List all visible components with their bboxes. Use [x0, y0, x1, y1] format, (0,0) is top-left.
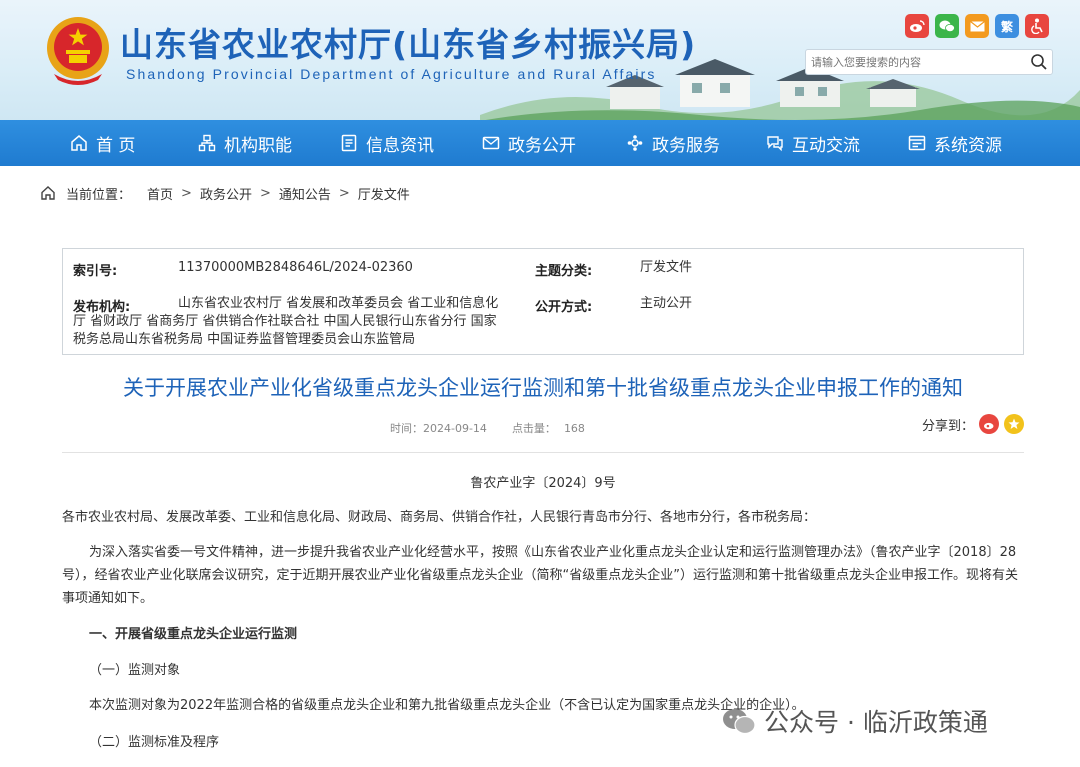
breadcrumb-item-gov-open[interactable]: 政务公开 — [200, 184, 252, 203]
clicks-label: 点击量： — [511, 422, 556, 435]
national-emblem-icon — [47, 17, 109, 85]
index-label: 索引号: — [73, 264, 118, 279]
breadcrumb-item-home[interactable]: 首页 — [147, 184, 173, 203]
nav-item-system[interactable]: 系统资源 — [908, 120, 1002, 166]
social-links: 繁 — [905, 14, 1049, 38]
breadcrumb-prefix: 当前位置： — [66, 187, 132, 203]
search-input[interactable] — [806, 50, 1011, 74]
watermark: 公众号 · 临沂政策通 — [722, 703, 988, 739]
site-title: 山东省农业农村厅(山东省乡村振兴局) — [120, 25, 697, 64]
document-info-box: 索引号: 11370000MB2848646L/2024-02360 主题分类:… — [62, 248, 1024, 355]
topic-value: 厅发文件 — [640, 260, 693, 275]
wechat-official-account-icon — [723, 709, 756, 735]
accessibility-icon[interactable] — [1025, 14, 1049, 38]
breadcrumb-item-notices[interactable]: 通知公告 — [279, 184, 331, 203]
site-header: 山东省农业农村厅(山东省乡村振兴局) Shandong Provincial D… — [0, 0, 1080, 120]
nav-item-home[interactable]: 首 页 — [70, 120, 135, 166]
watermark-text: 公众号 · 临沂政策通 — [764, 708, 988, 737]
share-weibo-icon[interactable] — [979, 414, 1000, 434]
nav-item-label: 信息资讯 — [366, 135, 434, 156]
share-label: 分享到： — [922, 418, 975, 434]
index-value: 11370000MB2848646L/2024-02360 — [178, 260, 413, 275]
traditional-chinese-button[interactable]: 繁 — [995, 14, 1019, 38]
document-icon — [341, 134, 357, 152]
publisher-value: 山东省农业农村厅 省发展和改革委员会 省工业和信息化厅 省财政厅 省商务厅 省供… — [73, 296, 499, 347]
nav-item-interaction[interactable]: 互动交流 — [766, 120, 860, 166]
section-heading-1: 一、开展省级重点龙头企业运行监测 — [89, 627, 298, 642]
recipients: 各市农业农村局、发展改革委、工业和信息化局、财政局、商务局、供销合作社，人民银行… — [62, 510, 817, 525]
wechat-icon[interactable] — [935, 14, 959, 38]
clicks-value: 168 — [563, 422, 585, 435]
nav-item-gov-service[interactable]: 政务服务 — [626, 120, 720, 166]
envelope-icon — [482, 136, 500, 150]
breadcrumb-item-dept-docs[interactable]: 厅发文件 — [358, 184, 410, 203]
article-meta: 时间：2024-09-14 点击量： 168 — [390, 420, 585, 436]
breadcrumb: 当前位置： 首页 > 政务公开 > 通知公告 > 厅发文件 — [40, 183, 410, 203]
nav-item-label: 政务公开 — [508, 135, 576, 156]
interact-icon — [767, 136, 783, 152]
subsection-heading-1: （一）监测对象 — [89, 663, 181, 678]
nav-item-label: 互动交流 — [792, 135, 860, 156]
nav-item-org[interactable]: 机构职能 — [198, 120, 292, 166]
org-icon — [198, 134, 216, 152]
article-title: 关于开展农业产业化省级重点龙头企业运行监测和第十批省级重点龙头企业申报工作的通知 — [123, 376, 963, 400]
breadcrumb-separator: > — [338, 185, 350, 201]
service-icon — [627, 135, 643, 151]
nav-item-label: 系统资源 — [934, 135, 1002, 156]
main-nav: 首 页 机构职能 信息资讯 政务公开 政务服务 互动交流 系统资源 — [0, 120, 1080, 166]
breadcrumb-separator: > — [181, 185, 192, 201]
system-icon — [908, 135, 926, 151]
nav-item-label: 首 页 — [96, 135, 136, 156]
nav-item-label: 政务服务 — [652, 135, 720, 156]
intro-paragraph: 为深入落实省委一号文件精神，进一步提升我省农业产业化经营水平，按照《山东省农业产… — [62, 545, 1018, 606]
nav-item-gov-open[interactable]: 政务公开 — [482, 120, 576, 166]
email-icon[interactable] — [965, 14, 989, 38]
breadcrumb-separator: > — [259, 185, 271, 201]
document-number: 鲁农产业字〔2024〕9号 — [470, 476, 616, 491]
search-box — [805, 49, 1053, 75]
home-icon — [71, 135, 87, 151]
open-method-value: 主动公开 — [640, 296, 693, 311]
time-label: 时间： — [390, 422, 423, 435]
search-icon[interactable] — [1030, 53, 1048, 71]
nav-item-label: 机构职能 — [224, 135, 292, 156]
article-divider — [62, 452, 1024, 453]
topic-label: 主题分类: — [535, 264, 593, 279]
home-icon — [41, 186, 55, 200]
open-method-label: 公开方式: — [535, 300, 593, 315]
weibo-icon[interactable] — [905, 14, 929, 38]
share-bar: 分享到： — [922, 414, 1025, 434]
share-qzone-icon[interactable] — [1004, 414, 1025, 434]
time-value: 2024-09-14 — [423, 422, 487, 435]
nav-item-info[interactable]: 信息资讯 — [340, 120, 434, 166]
site-subtitle: Shandong Provincial Department of Agricu… — [126, 66, 657, 82]
